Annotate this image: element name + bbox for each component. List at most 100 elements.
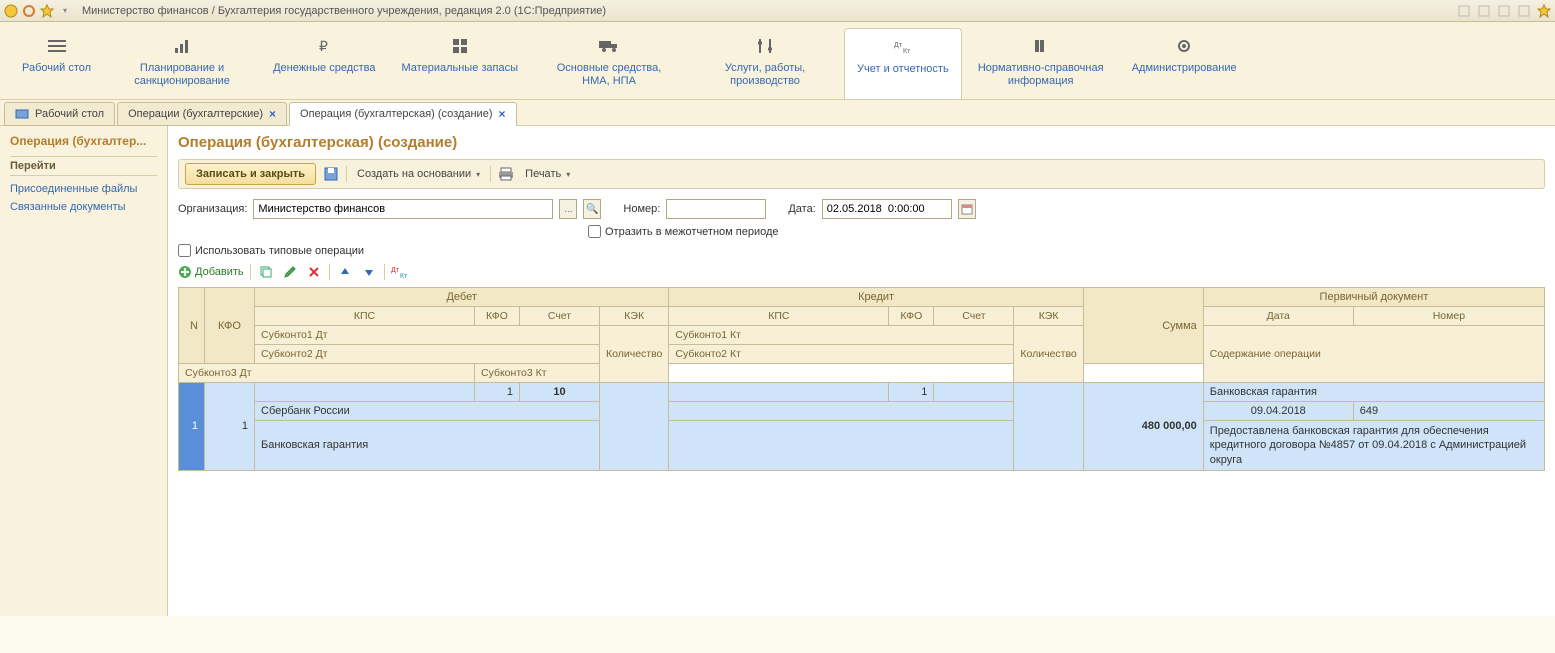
col-sum[interactable]: Сумма [1083,288,1203,364]
circle-icon [22,4,36,18]
nav-materials[interactable]: Материальные запасы [390,28,531,99]
nav-reference[interactable]: Нормативно-справочная информация [964,28,1118,99]
star-fav-icon[interactable] [1537,4,1551,18]
tool1-icon[interactable] [1457,4,1471,18]
col-n[interactable]: N [179,288,205,364]
org-select-button[interactable]: ... [559,199,577,219]
cell-sub2kt [669,421,1014,471]
nav-services[interactable]: Услуги, работы, производство [688,28,842,99]
nav-planning[interactable]: Планирование и санкционирование [105,28,259,99]
sidebar-link-related[interactable]: Связанные документы [10,198,157,216]
org-label: Организация: [178,203,247,215]
cell-sub1dt: Сбербанк России [255,402,600,421]
dtkt-icon[interactable]: ДтКт [391,263,409,281]
col-account-kt[interactable]: Счет [934,307,1014,326]
dropdown-icon[interactable]: ▾ [58,4,72,18]
col-kfo-dt[interactable]: КФО [475,307,520,326]
window-title: Министерство финансов / Бухгалтерия госу… [82,5,606,17]
edit-icon[interactable] [281,263,299,281]
cell-sum: 480 000,00 [1083,383,1203,471]
col-sub1kt[interactable]: Субконто1 Кт [669,326,1014,345]
col-sub3dt[interactable]: Субконто3 Дт [179,364,475,383]
col-primary-doc[interactable]: Первичный документ [1203,288,1544,307]
svg-text:Кт: Кт [400,273,408,279]
nav-accounting[interactable]: ДтКт Учет и отчетность [844,28,962,99]
org-search-button[interactable]: 🔍 [583,199,601,219]
main-nav: Рабочий стол Планирование и санкциониров… [0,22,1555,100]
sliders-icon [755,36,775,56]
typical-ops-checkbox[interactable]: Использовать типовые операции [178,244,364,257]
create-based-button[interactable]: Создать на основании [353,166,484,182]
tool4-icon[interactable] [1517,4,1531,18]
save-icon[interactable] [322,165,340,183]
col-kek-dt[interactable]: КЭК [600,307,669,326]
org-input[interactable] [253,199,553,219]
nav-admin[interactable]: Администрирование [1120,28,1249,99]
cell-kek-dt [600,383,669,471]
table-row[interactable]: Банковская гарантия Предоставлена банков… [179,421,1545,471]
col-debit[interactable]: Дебет [255,288,669,307]
col-kfo-kt[interactable]: КФО [889,307,934,326]
move-up-icon[interactable] [336,263,354,281]
nav-desktop[interactable]: Рабочий стол [10,28,103,99]
move-down-icon[interactable] [360,263,378,281]
print-icon[interactable] [497,165,515,183]
svg-text:₽: ₽ [319,38,328,54]
gear-icon [1174,36,1194,56]
col-kps-dt[interactable]: КПС [255,307,475,326]
delete-icon[interactable] [305,263,323,281]
cell-kps-kt [669,383,889,402]
col-number[interactable]: Номер [1353,307,1544,326]
close-icon[interactable]: × [498,107,505,121]
cell-account-dt: 10 [520,383,600,402]
cell-doc-date: 09.04.2018 [1203,402,1353,421]
star-icon[interactable] [40,4,54,18]
col-qty-kt[interactable]: Количество [1014,326,1083,383]
col-kek-kt[interactable]: КЭК [1014,307,1083,326]
interreport-checkbox[interactable]: Отразить в межотчетном периоде [588,225,779,238]
number-input[interactable] [666,199,766,219]
books-icon [1031,36,1051,56]
tab-operations[interactable]: Операции (бухгалтерские) × [117,102,287,126]
col-sub1dt[interactable]: Субконто1 Дт [255,326,600,345]
sidebar-link-files[interactable]: Присоединенные файлы [10,180,157,198]
svg-text:Дт: Дт [894,42,903,49]
tool2-icon[interactable] [1477,4,1491,18]
col-content[interactable]: Содержание операции [1203,326,1544,383]
table-row[interactable]: 1 1 1 10 1 480 000,00 Банковская гаранти… [179,383,1545,402]
sidebar-section: Перейти [10,156,157,176]
date-picker-button[interactable] [958,199,976,219]
planning-icon [172,36,192,56]
col-sub2dt[interactable]: Субконто2 Дт [255,345,600,364]
cell-content: Предоставлена банковская гарантия для об… [1203,421,1544,471]
date-input[interactable] [822,199,952,219]
col-credit[interactable]: Кредит [669,288,1083,307]
nav-money[interactable]: ₽ Денежные средства [261,28,387,99]
tool3-icon[interactable] [1497,4,1511,18]
copy-icon[interactable] [257,263,275,281]
tab-operation-create[interactable]: Операция (бухгалтерская) (создание) × [289,102,516,126]
truck-icon [599,36,619,56]
col-kfo[interactable]: КФО [205,288,255,364]
col-kps-kt[interactable]: КПС [669,307,889,326]
col-sub2kt[interactable]: Субконто2 Кт [669,345,1014,364]
nav-assets[interactable]: Основные средства, НМА, НПА [532,28,686,99]
sidebar-title: Операция (бухгалтер... [10,134,157,148]
cell-kek-kt [1014,383,1083,471]
table-row[interactable]: Сбербанк России 09.04.2018 649 [179,402,1545,421]
tab-desktop[interactable]: Рабочий стол [4,102,115,126]
command-bar: Записать и закрыть Создать на основании … [178,159,1545,189]
add-button[interactable]: Добавить [178,265,244,279]
save-close-button[interactable]: Записать и закрыть [185,163,316,185]
col-date[interactable]: Дата [1203,307,1353,326]
boxes-icon [450,36,470,56]
close-icon[interactable]: × [269,107,276,121]
col-sub3kt[interactable]: Субконто3 Кт [475,364,669,383]
print-button[interactable]: Печать [521,166,574,182]
cell-kfo-kt: 1 [889,383,934,402]
svg-text:Кт: Кт [903,48,911,54]
sidebar: Операция (бухгалтер... Перейти Присоедин… [0,126,168,616]
col-account-dt[interactable]: Счет [520,307,600,326]
cell-kfo: 1 [205,383,255,471]
cell-kfo-dt: 1 [475,383,520,402]
